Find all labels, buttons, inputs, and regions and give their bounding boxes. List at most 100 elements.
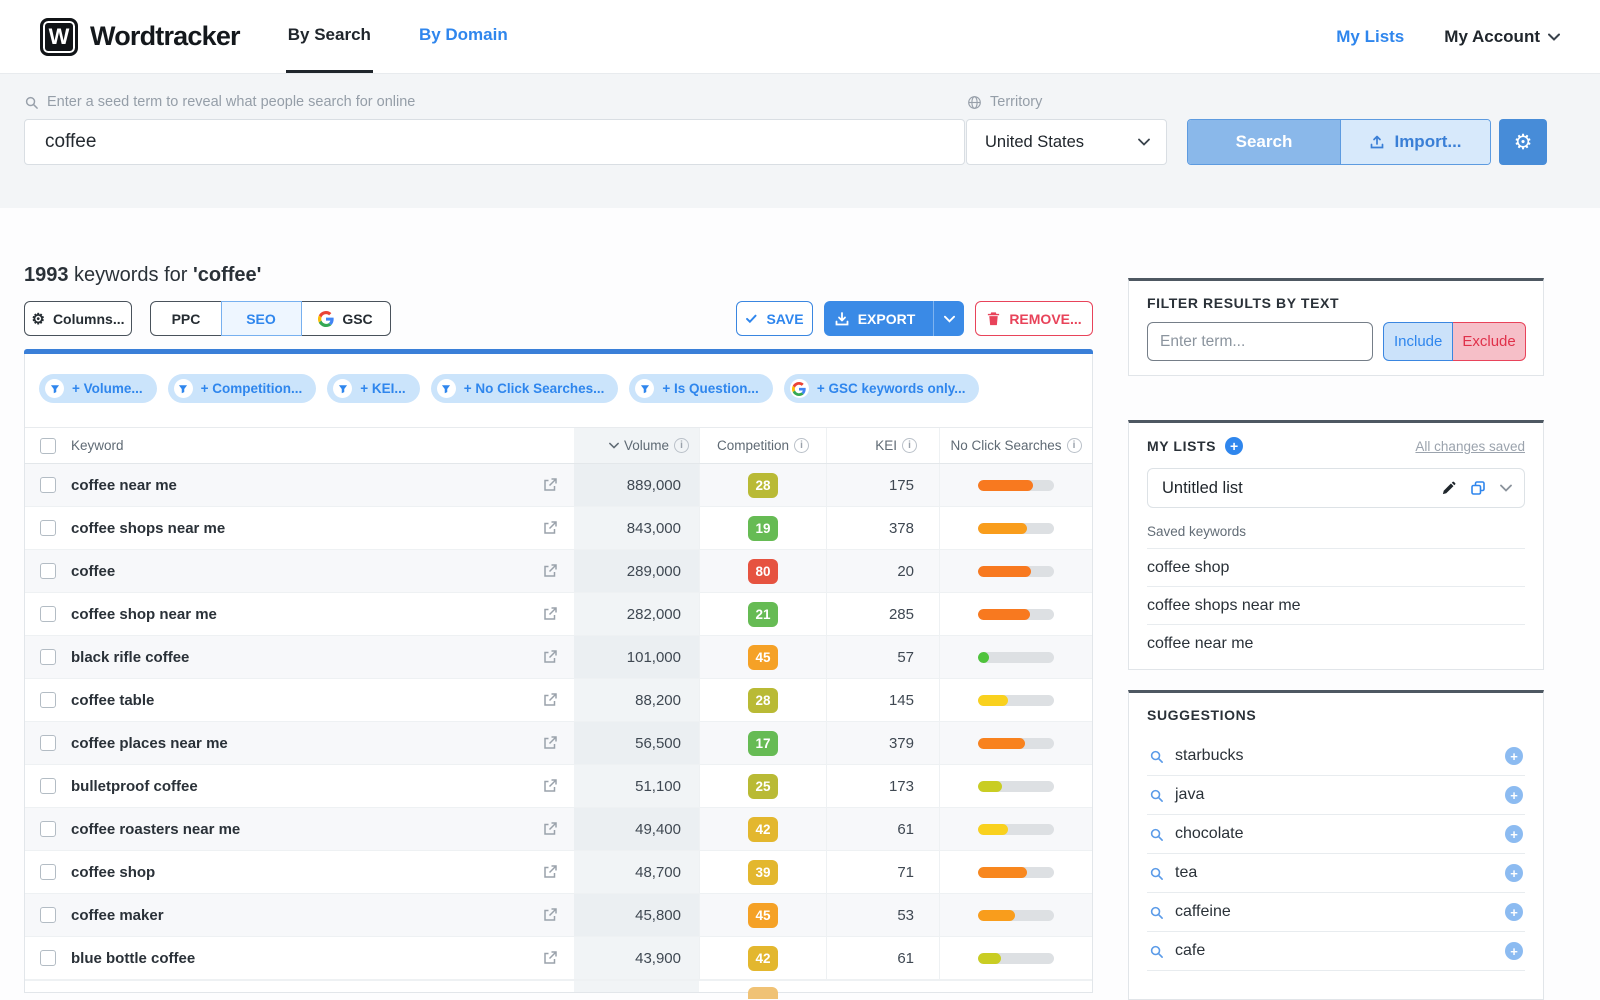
row-checkbox[interactable]	[40, 477, 56, 493]
table-row: coffee places near me 56,500 17 379	[25, 722, 1092, 765]
table-row: coffee near me 889,000 28 175	[25, 464, 1092, 507]
seed-label-row: Enter a seed term to reveal what people …	[24, 94, 734, 110]
chevron-down-icon[interactable]	[1500, 484, 1512, 492]
add-list-button[interactable]: +	[1225, 437, 1244, 455]
filter-chip[interactable]: + No Click Searches...	[430, 374, 619, 403]
info-icon[interactable]: i	[674, 438, 689, 453]
open-serp-icon[interactable]	[526, 520, 574, 536]
header-kei[interactable]: KEI i	[826, 428, 939, 463]
brand[interactable]: W Wordtracker	[40, 0, 241, 73]
keyword-text[interactable]: coffee	[71, 563, 115, 580]
info-icon[interactable]: i	[794, 438, 810, 453]
include-button[interactable]: Include	[1383, 322, 1454, 361]
keyword-text[interactable]: coffee shop near me	[71, 606, 217, 623]
suggestion-item[interactable]: starbucks +	[1147, 737, 1525, 776]
open-serp-icon[interactable]	[526, 864, 574, 880]
exclude-button[interactable]: Exclude	[1453, 322, 1526, 361]
open-serp-icon[interactable]	[526, 778, 574, 794]
open-serp-icon[interactable]	[526, 907, 574, 923]
tab-seo[interactable]: SEO	[220, 301, 302, 336]
open-serp-icon[interactable]	[526, 735, 574, 751]
suggestion-item[interactable]: caffeine +	[1147, 893, 1525, 932]
suggestion-item[interactable]: java +	[1147, 776, 1525, 815]
tab-ppc[interactable]: PPC	[150, 301, 222, 336]
row-checkbox[interactable]	[40, 606, 56, 622]
open-serp-icon[interactable]	[526, 649, 574, 665]
filter-chip[interactable]: + Competition...	[167, 374, 317, 403]
wordtracker-logo-icon: W	[40, 17, 78, 56]
row-checkbox[interactable]	[40, 563, 56, 579]
my-lists-link[interactable]: My Lists	[1336, 27, 1404, 47]
suggestion-item[interactable]: tea +	[1147, 854, 1525, 893]
suggestion-item[interactable]: cafe +	[1147, 932, 1525, 971]
add-suggestion-button[interactable]: +	[1505, 942, 1523, 960]
open-serp-icon[interactable]	[526, 477, 574, 493]
add-suggestion-button[interactable]: +	[1505, 864, 1523, 882]
saved-keyword-item[interactable]: coffee shops near me	[1147, 587, 1525, 625]
row-checkbox[interactable]	[40, 692, 56, 708]
edit-pencil-icon[interactable]	[1441, 481, 1456, 496]
filter-chip[interactable]: + GSC keywords only...	[783, 374, 980, 403]
saved-keyword-item[interactable]: coffee near me	[1147, 625, 1525, 663]
add-suggestion-button[interactable]: +	[1505, 903, 1523, 921]
duplicate-list-icon[interactable]	[1470, 480, 1486, 496]
filter-chip[interactable]: + Is Question...	[629, 374, 773, 403]
row-checkbox[interactable]	[40, 864, 56, 880]
settings-button[interactable]: ⚙	[1499, 119, 1547, 165]
remove-button[interactable]: REMOVE...	[975, 301, 1093, 336]
info-icon[interactable]: i	[1066, 438, 1082, 453]
seed-input[interactable]	[24, 119, 965, 165]
keyword-text[interactable]: coffee near me	[71, 477, 177, 494]
my-account-menu[interactable]: My Account	[1444, 27, 1560, 47]
open-serp-icon[interactable]	[526, 692, 574, 708]
keyword-text[interactable]: blue bottle coffee	[71, 950, 195, 967]
keyword-text[interactable]: coffee maker	[71, 907, 164, 924]
search-button[interactable]: Search	[1188, 120, 1340, 164]
keyword-text[interactable]: coffee table	[71, 692, 154, 709]
columns-button[interactable]: ⚙ Columns...	[24, 301, 132, 336]
row-checkbox[interactable]	[40, 821, 56, 837]
header-keyword[interactable]: Keyword	[71, 438, 526, 453]
keyword-text[interactable]: coffee roasters near me	[71, 821, 240, 838]
filter-term-input[interactable]	[1147, 322, 1373, 361]
no-click-searches-bar	[978, 522, 1054, 534]
select-all-checkbox[interactable]	[40, 437, 56, 454]
tab-by-search[interactable]: By Search	[285, 0, 373, 73]
open-serp-icon[interactable]	[526, 821, 574, 837]
current-list-box[interactable]: Untitled list	[1147, 468, 1525, 508]
row-checkbox[interactable]	[40, 735, 56, 751]
filter-chip[interactable]: + Volume...	[39, 374, 157, 403]
row-checkbox[interactable]	[40, 649, 56, 665]
open-serp-icon[interactable]	[526, 563, 574, 579]
import-button[interactable]: Import...	[1340, 120, 1490, 164]
header-competition[interactable]: Competition i	[699, 428, 826, 463]
row-checkbox[interactable]	[40, 950, 56, 966]
keyword-text[interactable]: coffee shop	[71, 864, 155, 881]
tab-by-domain[interactable]: By Domain	[417, 0, 510, 73]
header-volume[interactable]: Volume i	[574, 428, 699, 463]
info-icon[interactable]: i	[902, 438, 917, 453]
suggestion-item[interactable]: chocolate +	[1147, 815, 1525, 854]
add-suggestion-button[interactable]: +	[1505, 747, 1523, 765]
keyword-text[interactable]: bulletproof coffee	[71, 778, 198, 795]
export-dropdown-caret[interactable]	[933, 301, 964, 336]
save-button[interactable]: SAVE	[736, 301, 813, 336]
keyword-text[interactable]: coffee shops near me	[71, 520, 225, 537]
tab-gsc[interactable]: GSC	[300, 301, 391, 336]
open-serp-icon[interactable]	[526, 606, 574, 622]
all-changes-saved-link[interactable]: All changes saved	[1415, 439, 1525, 454]
saved-keyword-item[interactable]: coffee shop	[1147, 549, 1525, 587]
row-checkbox[interactable]	[40, 778, 56, 794]
export-button[interactable]: EXPORT	[824, 301, 964, 336]
filter-chip[interactable]: + KEI...	[327, 374, 420, 403]
row-checkbox[interactable]	[40, 907, 56, 923]
add-suggestion-button[interactable]: +	[1505, 825, 1523, 843]
suggestion-label: caffeine	[1175, 903, 1231, 920]
keyword-text[interactable]: black rifle coffee	[71, 649, 189, 666]
keyword-text[interactable]: coffee places near me	[71, 735, 228, 752]
header-no-click-searches[interactable]: No Click Searches i	[939, 428, 1092, 463]
open-serp-icon[interactable]	[526, 950, 574, 966]
row-checkbox[interactable]	[40, 520, 56, 536]
territory-select[interactable]: United States	[966, 119, 1167, 165]
add-suggestion-button[interactable]: +	[1505, 786, 1523, 804]
